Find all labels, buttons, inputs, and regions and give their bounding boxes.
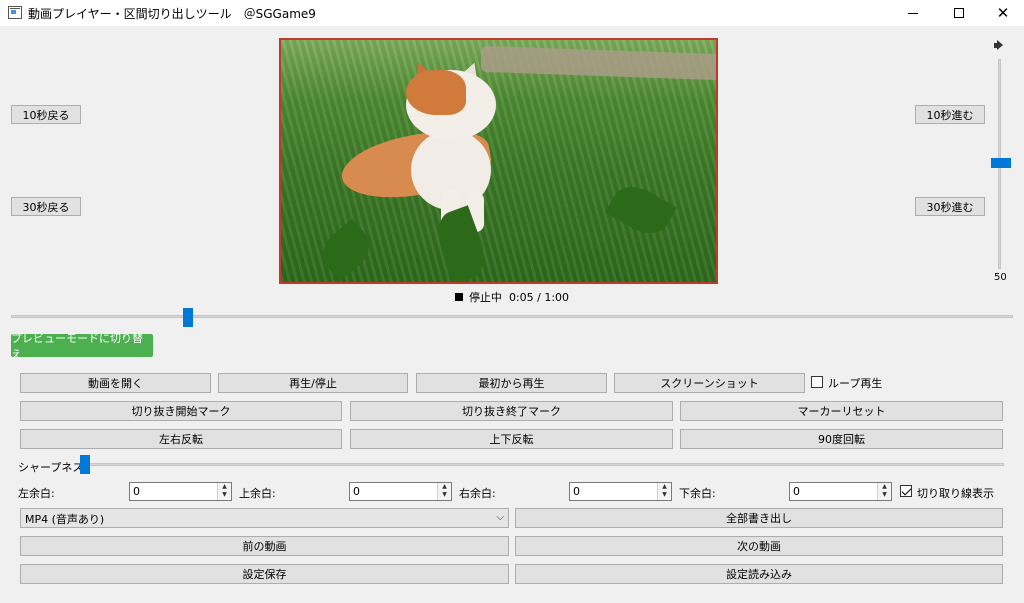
- reset-markers-button[interactable]: マーカーリセット: [680, 401, 1003, 421]
- show-crop-lines-label: 切り取り線表示: [917, 487, 994, 500]
- sharpness-label: シャープネス:: [18, 461, 88, 474]
- left-margin-value: 0: [133, 485, 140, 498]
- status-text: 停止中: [468, 291, 502, 304]
- back-30s-button[interactable]: 30秒戻る: [11, 197, 81, 216]
- up-arrow-icon[interactable]: ▲: [878, 483, 891, 491]
- stop-icon: [454, 293, 463, 301]
- load-settings-button[interactable]: 設定読み込み: [515, 564, 1003, 584]
- video-display[interactable]: [279, 38, 718, 284]
- minimize-icon: [908, 12, 918, 14]
- restart-button[interactable]: 最初から再生: [416, 373, 607, 393]
- up-arrow-icon[interactable]: ▲: [658, 483, 671, 491]
- video-cat-patch: [406, 70, 466, 115]
- close-button[interactable]: ✕: [980, 0, 1024, 26]
- export-format-value: MP4 (音声あり): [25, 513, 105, 526]
- right-margin-value: 0: [573, 485, 580, 498]
- maximize-button[interactable]: [936, 0, 982, 26]
- volume-slider-thumb[interactable]: [991, 158, 1011, 168]
- down-arrow-icon[interactable]: ▼: [218, 491, 231, 499]
- bottom-margin-value: 0: [793, 485, 800, 498]
- sharpness-slider-track[interactable]: [80, 463, 1004, 466]
- volume-value: 50: [994, 272, 1007, 283]
- down-arrow-icon[interactable]: ▼: [438, 491, 451, 499]
- down-arrow-icon[interactable]: ▼: [658, 491, 671, 499]
- left-margin-label: 左余白:: [18, 487, 55, 500]
- open-video-button[interactable]: 動画を開く: [20, 373, 211, 393]
- right-margin-label: 右余白:: [459, 487, 496, 500]
- spin-arrows[interactable]: ▲ ▼: [437, 483, 451, 500]
- bottom-margin-spinbox[interactable]: 0 ▲ ▼: [789, 482, 892, 501]
- top-margin-value: 0: [353, 485, 360, 498]
- top-margin-label: 上余白:: [239, 487, 276, 500]
- mark-end-button[interactable]: 切り抜き終了マーク: [350, 401, 673, 421]
- spin-arrows[interactable]: ▲ ▼: [217, 483, 231, 500]
- window-title: 動画プレイヤー・区間切り出しツール ＠SGGame9: [28, 7, 316, 21]
- minimize-button[interactable]: [890, 0, 936, 26]
- screenshot-button[interactable]: スクリーンショット: [614, 373, 805, 393]
- up-arrow-icon[interactable]: ▲: [218, 483, 231, 491]
- sharpness-slider-thumb[interactable]: [80, 455, 90, 474]
- save-settings-button[interactable]: 設定保存: [20, 564, 509, 584]
- chevron-down-icon: ⌵: [496, 512, 504, 523]
- previous-video-button[interactable]: 前の動画: [20, 536, 509, 556]
- seek-slider-track[interactable]: [11, 315, 1013, 318]
- up-arrow-icon[interactable]: ▲: [438, 483, 451, 491]
- seek-slider-thumb[interactable]: [183, 308, 194, 327]
- preview-mode-button[interactable]: プレビューモードに切り替え: [11, 332, 153, 361]
- right-margin-spinbox[interactable]: 0 ▲ ▼: [569, 482, 672, 501]
- top-margin-spinbox[interactable]: 0 ▲ ▼: [349, 482, 452, 501]
- playback-status: 停止中 0:05 / 1:00: [0, 289, 1024, 305]
- time-display: 0:05 / 1:00: [508, 291, 570, 304]
- down-arrow-icon[interactable]: ▼: [878, 491, 891, 499]
- forward-10s-button[interactable]: 10秒進む: [915, 105, 985, 124]
- rotate-90-button[interactable]: 90度回転: [680, 429, 1003, 449]
- title-bar: 動画プレイヤー・区間切り出しツール ＠SGGame9 ✕: [0, 0, 1024, 26]
- spin-arrows[interactable]: ▲ ▼: [877, 483, 891, 500]
- loop-label: ループ再生: [828, 377, 883, 390]
- mark-start-button[interactable]: 切り抜き開始マーク: [20, 401, 342, 421]
- app-icon: [8, 6, 22, 19]
- forward-30s-button[interactable]: 30秒進む: [915, 197, 985, 216]
- back-10s-button[interactable]: 10秒戻る: [11, 105, 81, 124]
- spin-arrows[interactable]: ▲ ▼: [657, 483, 671, 500]
- show-crop-lines-checkbox[interactable]: [900, 485, 912, 497]
- next-video-button[interactable]: 次の動画: [515, 536, 1003, 556]
- speaker-icon: [994, 40, 1008, 52]
- maximize-icon: [954, 8, 964, 18]
- flip-vertical-button[interactable]: 上下反転: [350, 429, 673, 449]
- bottom-margin-label: 下余白:: [679, 487, 716, 500]
- flip-horizontal-button[interactable]: 左右反転: [20, 429, 342, 449]
- play-pause-button[interactable]: 再生/停止: [218, 373, 408, 393]
- left-margin-spinbox[interactable]: 0 ▲ ▼: [129, 482, 232, 501]
- export-all-button[interactable]: 全部書き出し: [515, 508, 1003, 528]
- export-format-select[interactable]: MP4 (音声あり) ⌵: [20, 508, 509, 528]
- loop-checkbox[interactable]: [811, 376, 823, 388]
- close-icon: ✕: [996, 4, 1010, 22]
